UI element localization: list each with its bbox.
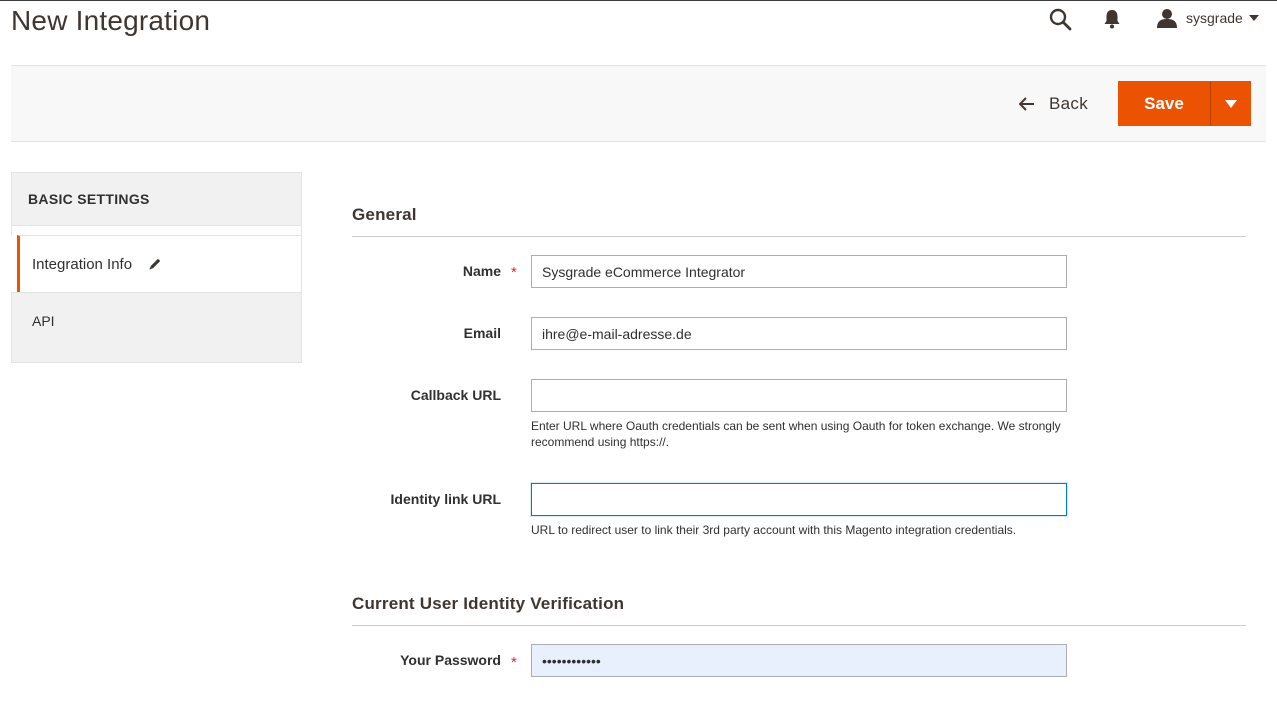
page-title: New Integration (11, 5, 211, 36)
top-border (0, 0, 1277, 1)
back-button[interactable]: Back (1019, 90, 1088, 118)
save-split-button: Save (1118, 81, 1251, 126)
caret-down-icon (1248, 15, 1259, 21)
sidebar-heading: BASIC SETTINGS (11, 172, 302, 226)
callback-url-input[interactable] (531, 379, 1067, 412)
pencil-icon (149, 258, 161, 270)
sidebar-item-label: Integration Info (32, 255, 133, 273)
identity-link-url-input[interactable] (531, 483, 1067, 516)
arrow-left-icon (1019, 97, 1034, 111)
name-label: Name (462, 263, 501, 279)
required-indicator: * (511, 264, 517, 281)
required-indicator: * (511, 654, 517, 671)
callback-url-label: Callback URL (410, 387, 501, 403)
search-icon[interactable] (1048, 7, 1072, 31)
callback-url-note: Enter URL where Oauth credentials can be… (531, 419, 1061, 449)
section-title-verification: Current User Identity Verification (352, 594, 625, 613)
email-input[interactable] (531, 317, 1067, 350)
section-divider (352, 625, 1246, 626)
bell-icon[interactable] (1103, 9, 1121, 29)
user-icon (1157, 9, 1177, 28)
email-label: Email (463, 325, 501, 341)
user-menu[interactable]: sysgrade (1156, 6, 1259, 30)
user-name: sysgrade (1186, 10, 1243, 26)
identity-link-url-note: URL to redirect user to link their 3rd p… (531, 523, 1017, 537)
password-input[interactable] (531, 644, 1067, 677)
section-title-general: General (352, 205, 417, 224)
identity-link-url-label: Identity link URL (390, 491, 501, 507)
save-button[interactable]: Save (1118, 81, 1210, 126)
section-divider (352, 236, 1246, 237)
save-dropdown-toggle[interactable] (1210, 81, 1251, 126)
password-label: Your Password (400, 652, 501, 668)
page-actions-bar: Back Save (11, 65, 1266, 142)
back-label: Back (1049, 94, 1088, 113)
sidebar-spacer (11, 226, 302, 235)
caret-down-icon (1225, 99, 1237, 108)
sidebar-item-label: API (32, 313, 55, 329)
name-input[interactable] (531, 255, 1067, 288)
